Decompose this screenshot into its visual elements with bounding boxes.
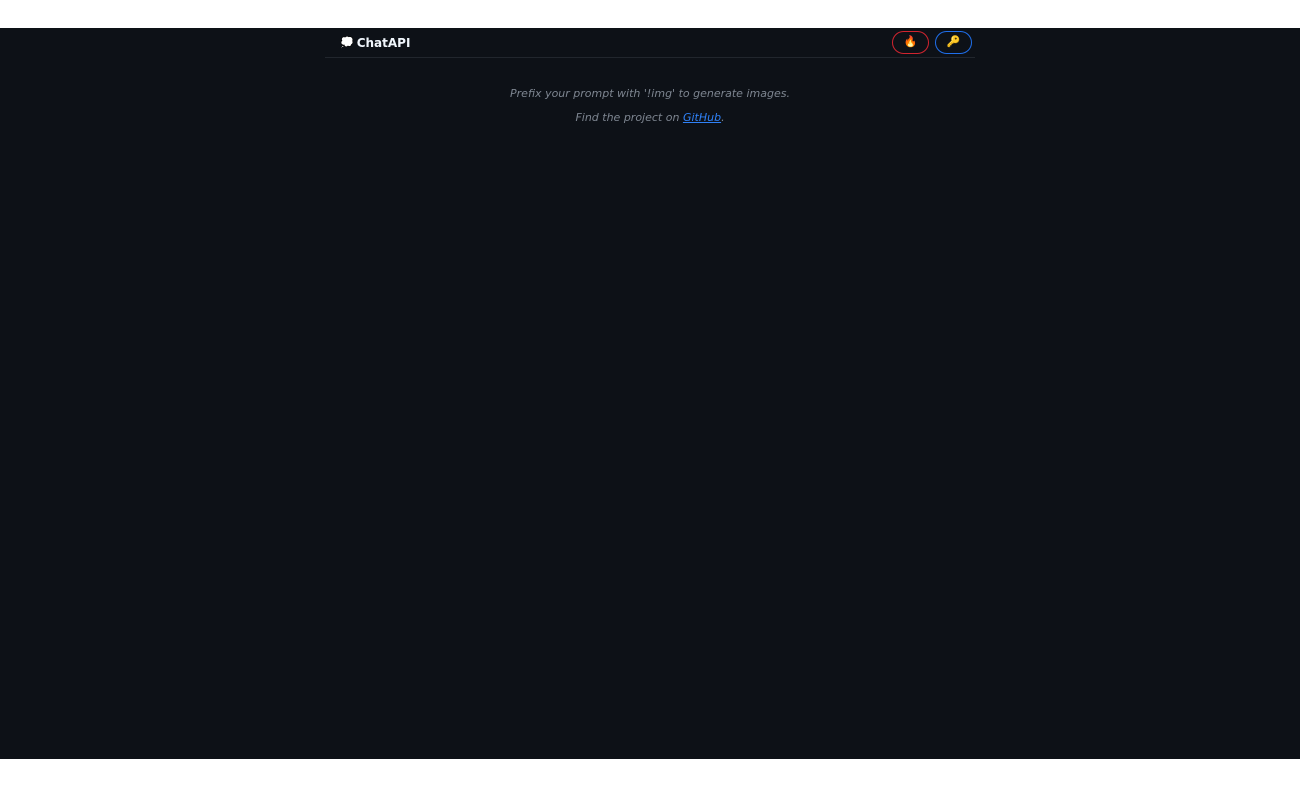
app-header: 💭 ChatAPI 🔥 🔑 [325, 28, 975, 58]
main-container: 💭 ChatAPI 🔥 🔑 Prefix your prompt with '!… [325, 28, 975, 759]
intro-notes: Prefix your prompt with '!img' to genera… [325, 82, 975, 130]
header-actions: 🔥 🔑 [892, 31, 972, 54]
img-prefix-hint: Prefix your prompt with '!img' to genera… [510, 87, 790, 100]
brand: 💭 ChatAPI [340, 36, 410, 50]
github-note-suffix: . [721, 111, 725, 124]
github-link[interactable]: GitHub [683, 111, 721, 124]
app-title: ChatAPI [356, 35, 411, 50]
key-icon: 🔑 [946, 36, 961, 48]
speech-bubble-icon: 💭 [340, 36, 354, 49]
api-key-button[interactable]: 🔑 [935, 31, 972, 54]
reset-button[interactable]: 🔥 [892, 31, 929, 54]
github-note: Find the project on GitHub. [325, 106, 975, 130]
app-root: 💭 ChatAPI 🔥 🔑 Prefix your prompt with '!… [0, 28, 1300, 759]
fire-icon: 🔥 [903, 36, 918, 48]
github-note-prefix: Find the project on [575, 111, 683, 124]
